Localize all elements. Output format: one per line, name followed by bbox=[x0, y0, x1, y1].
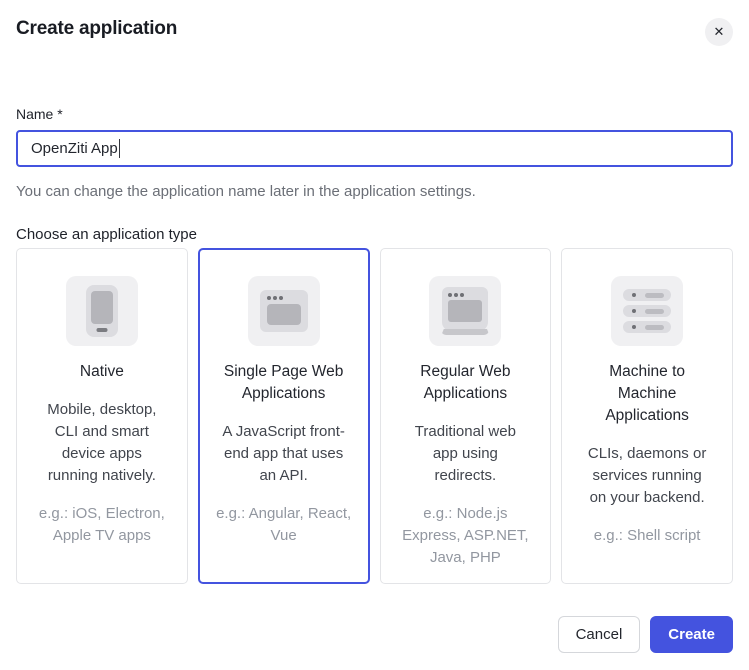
card-single-page-web[interactable]: Single Page Web Applications A JavaScrip… bbox=[198, 248, 370, 584]
dialog-header: Create application ✕ bbox=[16, 0, 733, 46]
card-title: Single Page Web Applications bbox=[221, 361, 347, 405]
cancel-button[interactable]: Cancel bbox=[558, 616, 641, 653]
web-server-window-icon bbox=[429, 276, 501, 346]
name-input-value: OpenZiti App bbox=[31, 140, 118, 157]
card-examples: e.g.: Shell script bbox=[594, 525, 701, 547]
card-regular-web[interactable]: Regular Web Applications Traditional web… bbox=[380, 248, 552, 584]
application-type-label: Choose an application type bbox=[16, 226, 733, 243]
dialog-footer: Cancel Create bbox=[16, 616, 733, 653]
close-icon: ✕ bbox=[714, 24, 725, 40]
card-examples: e.g.: Node.js Express, ASP.NET, Java, PH… bbox=[394, 503, 536, 569]
card-examples: e.g.: Angular, React, Vue bbox=[213, 503, 355, 547]
card-description: Mobile, desktop, CLI and smart device ap… bbox=[37, 399, 167, 487]
server-stack-icon bbox=[611, 276, 683, 346]
card-native[interactable]: Native Mobile, desktop, CLI and smart de… bbox=[16, 248, 188, 584]
card-description: Traditional web app using redirects. bbox=[407, 421, 523, 487]
text-cursor bbox=[119, 139, 121, 158]
name-helper-text: You can change the application name late… bbox=[16, 183, 733, 200]
card-title: Regular Web Applications bbox=[402, 361, 528, 405]
close-button[interactable]: ✕ bbox=[705, 18, 733, 46]
card-title: Native bbox=[80, 361, 124, 383]
name-input[interactable]: OpenZiti App bbox=[16, 130, 733, 167]
card-title: Machine to Machine Applications bbox=[584, 361, 710, 427]
dialog-title: Create application bbox=[16, 18, 177, 40]
application-type-cards: Native Mobile, desktop, CLI and smart de… bbox=[16, 248, 733, 584]
card-machine-to-machine[interactable]: Machine to Machine Applications CLIs, da… bbox=[561, 248, 733, 584]
card-description: A JavaScript front-end app that uses an … bbox=[219, 421, 349, 487]
card-examples: e.g.: iOS, Electron, Apple TV apps bbox=[31, 503, 173, 547]
browser-window-icon bbox=[248, 276, 320, 346]
create-application-dialog: Create application ✕ Name * OpenZiti App… bbox=[0, 0, 749, 670]
mobile-phone-icon bbox=[66, 276, 138, 346]
create-button[interactable]: Create bbox=[650, 616, 733, 653]
name-label: Name * bbox=[16, 106, 733, 122]
card-description: CLIs, daemons or services running on you… bbox=[585, 443, 709, 509]
